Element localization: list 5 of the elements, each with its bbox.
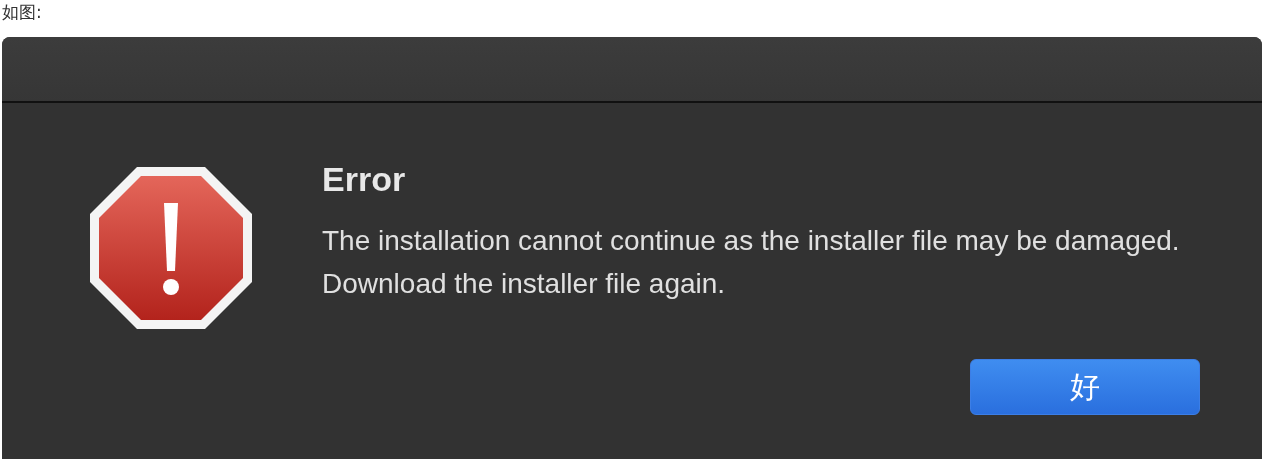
ok-button[interactable]: 好 [970,359,1200,415]
error-stop-icon [88,165,254,331]
error-message: The installation cannot continue as the installer file may be damaged. Download the installer file again. [322,224,1181,301]
caption-text: 如图: [1,1,43,24]
dialog-title: Error [322,159,407,200]
